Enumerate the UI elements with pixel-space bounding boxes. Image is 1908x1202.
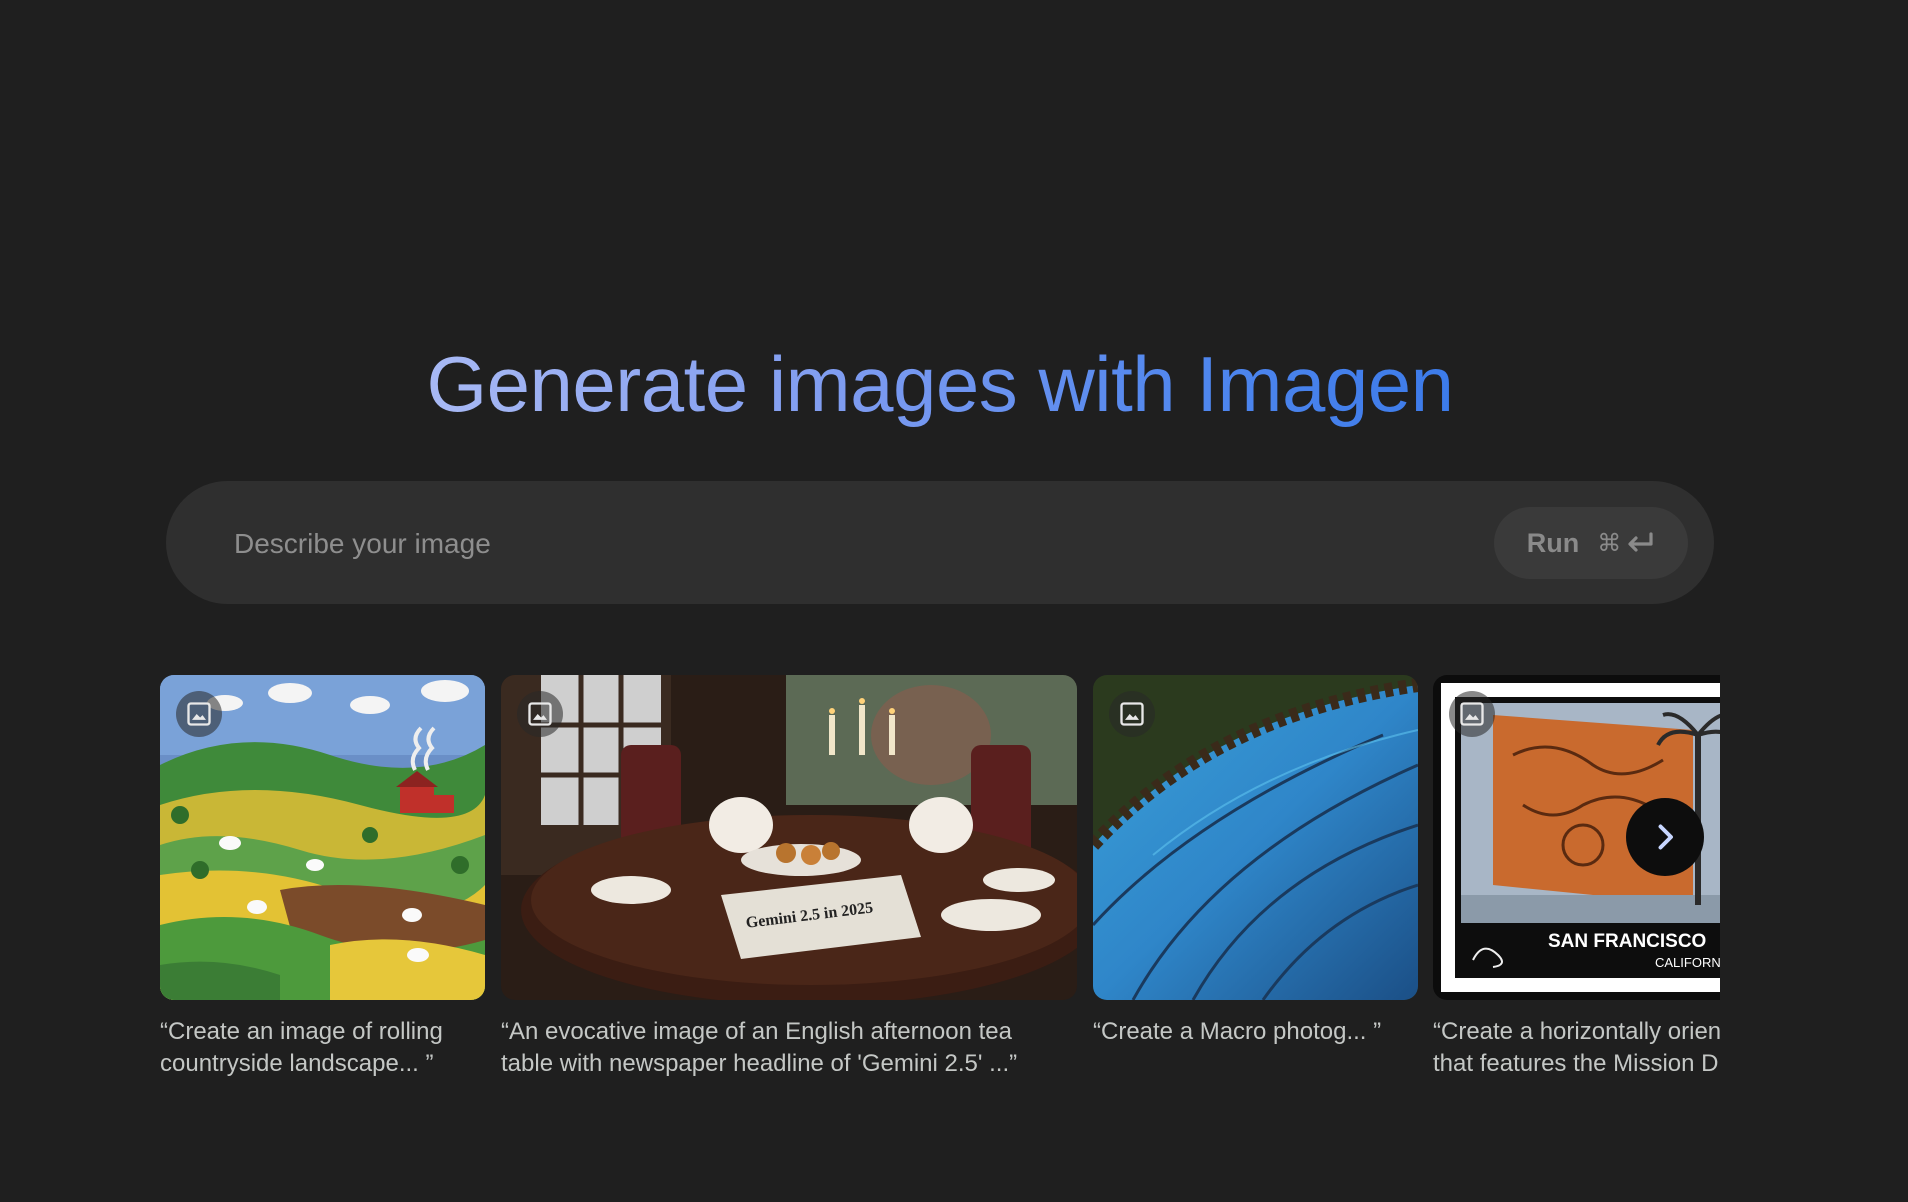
prompt-input[interactable] [232,481,1436,606]
image-type-badge [176,691,222,737]
enter-key-icon [1628,532,1653,552]
gallery-caption: “Create an image of rolling countryside … [160,1018,443,1077]
gallery-card-tea-table[interactable]: Gemini 2.5 in 2025 “An evocative image o… [501,675,1077,1080]
example-gallery: “Create an image of rolling countryside … [160,675,1720,1095]
stamp-state: CALIFORNIA [1655,955,1720,970]
run-label: Run [1526,527,1580,558]
gallery-thumbnail [160,675,485,1000]
page-title-text: Generate images with Imagen [426,340,1454,428]
gallery-thumbnail: Gemini 2.5 in 2025 [501,675,1077,1000]
image-icon [528,702,552,726]
gallery-caption: “Create a Macro photog... ” [1093,1018,1382,1045]
gallery-card-sf-stamp[interactable]: SAN FRANCISCO CALIFORNIA “Create a horiz… [1433,675,1720,1080]
image-type-badge [1449,691,1495,737]
run-button[interactable]: Run ⌘ [1494,507,1688,579]
command-key-icon: ⌘ [1597,529,1622,557]
prompt-bar: Run ⌘ [166,481,1714,606]
stamp-city: SAN FRANCISCO [1548,931,1706,952]
gallery-card-macro-butterfly[interactable]: “Create a Macro photog... ” [1093,675,1418,1048]
tea-table-image: Gemini 2.5 in 2025 [501,675,1077,1000]
chevron-right-icon [1658,824,1673,850]
gallery-card-countryside[interactable]: “Create an image of rolling countryside … [160,675,485,1080]
gallery-next-button[interactable] [1626,798,1704,876]
gallery-thumbnail [1093,675,1418,1000]
page-title: Generate images with Imagen [0,336,1880,432]
imagen-page: Generate images with Imagen Run ⌘ [0,0,1908,1202]
image-type-badge [517,691,563,737]
gallery-caption: “Create a horizontally orien that featur… [1433,1018,1720,1077]
image-type-badge [1109,691,1155,737]
image-icon [187,702,211,726]
image-icon [1120,702,1144,726]
run-shortcut: ⌘ [1597,529,1655,557]
image-icon [1460,702,1484,726]
gallery-caption: “An evocative image of an English aftern… [501,1018,1018,1077]
